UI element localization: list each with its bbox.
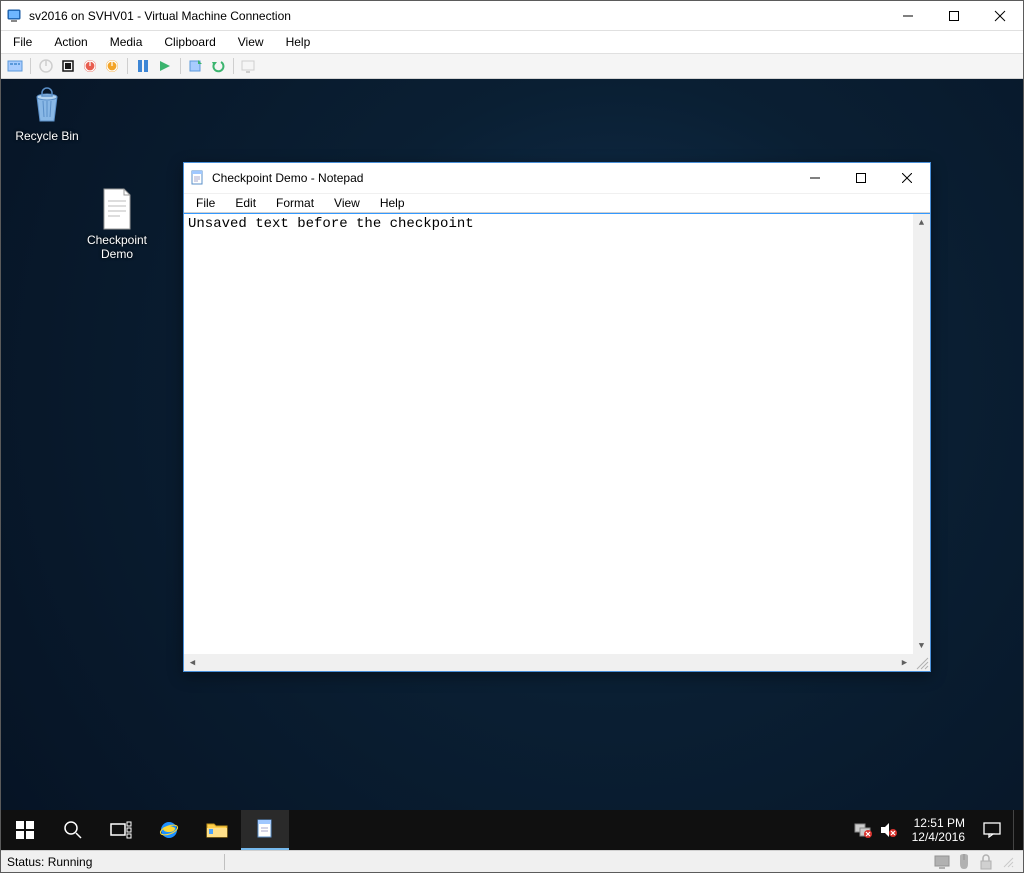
host-menu-media[interactable]: Media [106,33,147,51]
desktop-icon-checkpoint-demo[interactable]: Checkpoint Demo [77,189,157,261]
desktop-icon-label: Checkpoint Demo [87,233,147,261]
notepad-menu-help[interactable]: Help [376,194,409,212]
start-button[interactable] [36,56,56,76]
volume-icon[interactable] [880,821,898,839]
desktop-icon-label: Recycle Bin [15,129,78,143]
notepad-menu-format[interactable]: Format [272,194,318,212]
status-text: Status: Running [7,855,92,869]
notepad-title-text: Checkpoint Demo - Notepad [212,171,363,185]
pause-button[interactable] [133,56,153,76]
revert-button[interactable] [208,56,228,76]
statusbar-separator [224,854,225,870]
start-menu-button[interactable] [1,810,49,850]
notepad-menu-edit[interactable]: Edit [231,194,260,212]
notepad-content: Unsaved text before the checkpoint [188,216,474,232]
host-maximize-button[interactable] [931,1,977,31]
host-menu-clipboard[interactable]: Clipboard [160,33,219,51]
host-toolbar [1,53,1023,79]
taskbar-internet-explorer[interactable] [145,810,193,850]
vm-desktop[interactable]: Recycle Bin Checkpoint Demo [1,79,1023,850]
notepad-menu-file[interactable]: File [192,194,219,212]
taskbar-notepad[interactable] [241,810,289,850]
notepad-text-area[interactable]: Unsaved text before the checkpoint ▲ ▼ ◀… [184,213,930,671]
guest-taskbar: 12:51 PM 12/4/2016 [1,810,1023,850]
scroll-down-icon[interactable]: ▼ [913,637,930,654]
show-desktop-button[interactable] [1013,810,1019,850]
shutdown-button[interactable] [80,56,100,76]
host-menu-file[interactable]: File [9,33,36,51]
vmconnect-window: sv2016 on SVHV01 - Virtual Machine Conne… [0,0,1024,873]
host-menu-help[interactable]: Help [282,33,315,51]
host-title-text: sv2016 on SVHV01 - Virtual Machine Conne… [29,9,291,23]
scroll-right-icon[interactable]: ▶ [896,654,913,671]
network-icon[interactable] [854,821,872,839]
notepad-minimize-button[interactable] [792,163,838,193]
taskbar-date: 12/4/2016 [912,830,965,844]
desktop-icon-recycle-bin[interactable]: Recycle Bin [7,85,87,143]
status-display-icon [933,853,951,871]
checkpoint-button[interactable] [186,56,206,76]
recycle-bin-icon [27,85,67,125]
toolbar-separator [180,58,181,74]
status-lock-icon [977,853,995,871]
host-titlebar[interactable]: sv2016 on SVHV01 - Virtual Machine Conne… [1,1,1023,31]
taskbar-file-explorer[interactable] [193,810,241,850]
notepad-close-button[interactable] [884,163,930,193]
host-menubar: File Action Media Clipboard View Help [1,31,1023,53]
save-button[interactable] [102,56,122,76]
host-menu-action[interactable]: Action [50,33,91,51]
toolbar-separator [233,58,234,74]
status-mouse-icon [955,853,973,871]
host-statusbar: Status: Running [1,850,1023,872]
notepad-icon [190,170,206,186]
host-menu-view[interactable]: View [234,33,268,51]
notepad-horizontal-scrollbar[interactable]: ◀ ▶ [184,654,913,671]
toolbar-separator [30,58,31,74]
vmconnect-icon [7,8,23,24]
toolbar-separator [127,58,128,74]
taskbar-clock[interactable]: 12:51 PM 12/4/2016 [906,816,971,844]
search-button[interactable] [49,810,97,850]
ctrl-alt-del-button[interactable] [5,56,25,76]
text-file-icon [97,189,137,229]
host-minimize-button[interactable] [885,1,931,31]
scroll-up-icon[interactable]: ▲ [913,214,930,231]
notepad-menu-view[interactable]: View [330,194,364,212]
task-view-button[interactable] [97,810,145,850]
status-resize-grip[interactable] [999,853,1017,871]
host-close-button[interactable] [977,1,1023,31]
taskbar-time: 12:51 PM [912,816,965,830]
enhanced-session-button[interactable] [239,56,259,76]
notepad-menubar: File Edit Format View Help [184,193,930,213]
notepad-resize-grip[interactable] [913,654,930,671]
system-tray: 12:51 PM 12/4/2016 [854,810,1023,850]
action-center-icon[interactable] [979,821,1005,839]
notepad-vertical-scrollbar[interactable]: ▲ ▼ [913,214,930,654]
notepad-maximize-button[interactable] [838,163,884,193]
reset-button[interactable] [155,56,175,76]
scroll-left-icon[interactable]: ◀ [184,654,201,671]
turn-off-button[interactable] [58,56,78,76]
notepad-window: Checkpoint Demo - Notepad File Edit [183,162,931,672]
notepad-titlebar[interactable]: Checkpoint Demo - Notepad [184,163,930,193]
